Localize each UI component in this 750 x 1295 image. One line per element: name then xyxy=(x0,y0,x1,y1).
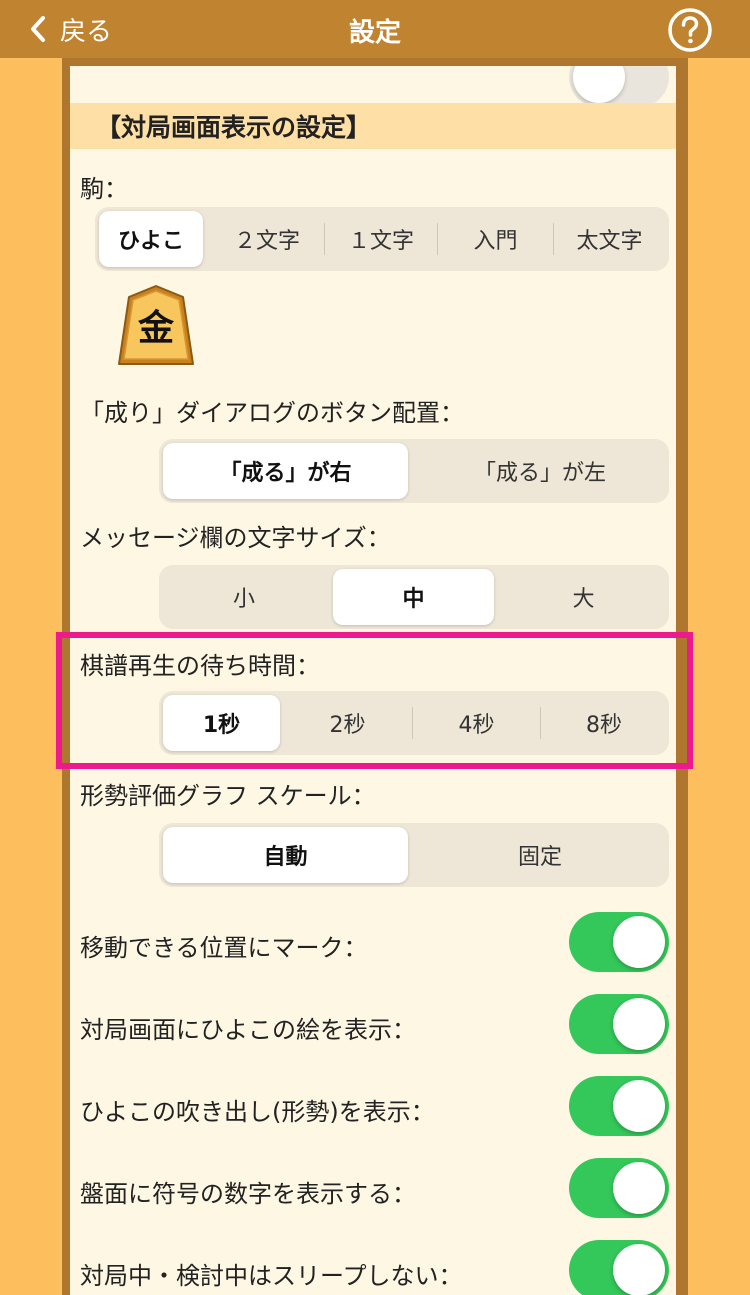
toggle-knob xyxy=(613,1162,665,1214)
toggle-label-no-sleep: 対局中・検討中はスリープしない： xyxy=(80,1262,463,1290)
message-size-segmented-control[interactable]: 小 中 大 xyxy=(159,565,669,629)
toggle-no-sleep[interactable] xyxy=(569,1240,669,1295)
nari-option-left[interactable]: 「成る」が左 xyxy=(415,443,665,499)
nari-option-right[interactable]: 「成る」が右 xyxy=(163,443,408,499)
koma-option-nyumon[interactable]: 入門 xyxy=(438,211,553,267)
koma-label: 駒： xyxy=(80,175,128,203)
graph-scale-auto[interactable]: 自動 xyxy=(163,827,408,883)
replay-wait-8s[interactable]: 8秒 xyxy=(541,695,667,751)
koma-segmented-control[interactable]: ひよこ ２文字 １文字 入門 太文字 xyxy=(95,207,669,271)
toggle-hiyoko-picture[interactable] xyxy=(569,994,669,1054)
replay-wait-2s[interactable]: 2秒 xyxy=(284,695,411,751)
nav-bar: 戻る 設定 xyxy=(0,0,750,58)
section-header: 【対局画面表示の設定】 xyxy=(70,103,676,149)
toggle-knob xyxy=(613,1080,665,1132)
toggle-label-hiyoko-picture: 対局画面にひよこの絵を表示： xyxy=(80,1016,416,1044)
replay-wait-1s[interactable]: 1秒 xyxy=(163,695,280,751)
nari-segmented-control[interactable]: 「成る」が右 「成る」が左 xyxy=(159,439,669,503)
question-circle-icon[interactable] xyxy=(667,7,713,53)
graph-scale-segmented-control[interactable]: 自動 固定 xyxy=(159,823,669,887)
message-size-small[interactable]: 小 xyxy=(163,569,325,625)
previous-setting-toggle[interactable] xyxy=(569,66,669,107)
page-title: 設定 xyxy=(348,18,401,48)
toggle-label-hiyoko-balloon: ひよこの吹き出し(形勢)を表示： xyxy=(80,1098,435,1126)
kin-piece-icon: 金 xyxy=(118,285,194,365)
message-size-label: メッセージ欄の文字サイズ： xyxy=(80,524,391,552)
toggle-knob xyxy=(613,998,665,1050)
replay-wait-4s[interactable]: 4秒 xyxy=(413,695,540,751)
toggle-board-numbers[interactable] xyxy=(569,1158,669,1218)
toggle-knob xyxy=(613,916,665,968)
koma-option-1moji[interactable]: １文字 xyxy=(325,211,437,267)
nari-label: 「成り」ダイアログのボタン配置： xyxy=(80,399,464,427)
replay-wait-segmented-control[interactable]: 1秒 2秒 4秒 8秒 xyxy=(159,691,669,755)
settings-scroll-area[interactable]: 【対局画面表示の設定】 駒： ひよこ ２文字 １文字 入門 太文字 金 「成り」… xyxy=(70,66,676,1295)
toggle-label-board-numbers: 盤面に符号の数字を表示する： xyxy=(80,1180,416,1208)
toggle-label-move-mark: 移動できる位置にマーク： xyxy=(80,934,368,962)
message-size-large[interactable]: 大 xyxy=(502,569,665,625)
graph-scale-label: 形勢評価グラフ スケール： xyxy=(80,782,376,810)
kin-piece-char: 金 xyxy=(137,307,175,349)
koma-option-2moji[interactable]: ２文字 xyxy=(210,211,324,267)
koma-option-hiyoko[interactable]: ひよこ xyxy=(99,211,203,267)
toggle-move-mark[interactable] xyxy=(569,912,669,972)
message-size-medium[interactable]: 中 xyxy=(333,569,494,625)
toggle-knob xyxy=(613,1244,665,1295)
replay-wait-label: 棋譜再生の待ち時間： xyxy=(80,652,320,680)
toggle-knob xyxy=(573,66,625,103)
settings-panel: 【対局画面表示の設定】 駒： ひよこ ２文字 １文字 入門 太文字 金 「成り」… xyxy=(62,58,688,1295)
toggle-hiyoko-balloon[interactable] xyxy=(569,1076,669,1136)
koma-option-futomoji[interactable]: 太文字 xyxy=(554,211,665,267)
graph-scale-fixed[interactable]: 固定 xyxy=(415,827,665,883)
